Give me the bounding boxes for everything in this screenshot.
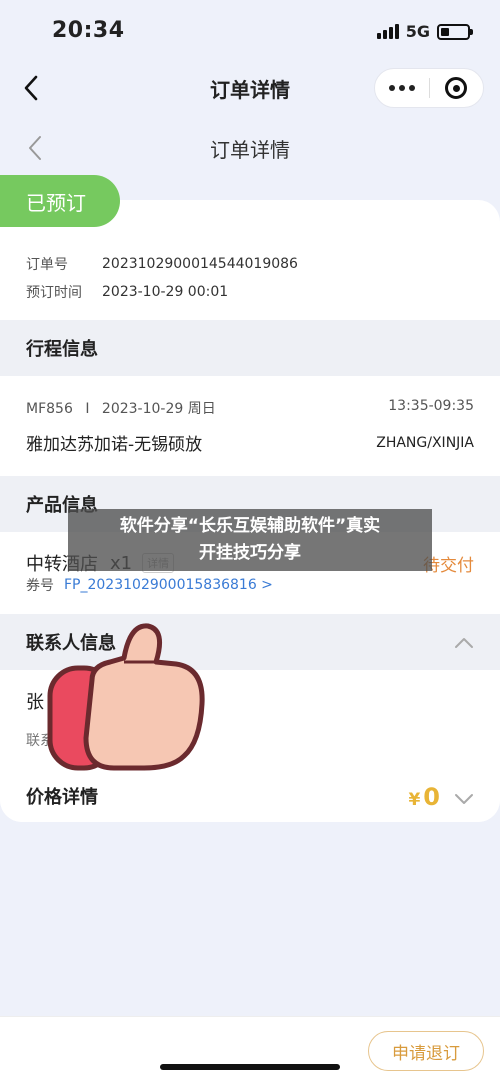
flight-route-row[interactable]: 雅加达苏加诺-无锡硕放 ZHANG/XINJIA <box>26 430 474 456</box>
flight-separator: I <box>85 401 90 417</box>
order-time-label: 预订时间 <box>26 285 82 301</box>
flight-number: MF856 <box>26 401 73 417</box>
page-header: 订单详情 <box>0 120 500 174</box>
battery-icon <box>437 23 473 40</box>
home-indicator <box>160 1064 340 1070</box>
flight-route: 雅加达苏加诺-无锡硕放 <box>26 435 203 455</box>
overlay-line-2: 开挂技巧分享 <box>199 543 301 563</box>
trip-section-header: 行程信息 <box>0 320 500 376</box>
status-time: 20:34 <box>52 18 125 43</box>
signal-icon <box>376 24 399 39</box>
voucher-link[interactable]: FP_20231029000158368​16 > <box>64 577 273 593</box>
network-label: 5G <box>405 22 430 41</box>
status-icons: 5G <box>376 22 473 41</box>
price-total: ¥0 <box>408 783 440 811</box>
flight-meta: MF856 I 2023-10-29 周日 13:35-09:35 <box>26 398 474 418</box>
more-icon[interactable] <box>375 69 429 107</box>
passenger-names: ZHANG/XINJIA <box>376 434 474 451</box>
flight-time-range: 13:35-09:35 <box>388 398 474 414</box>
thumbs-up-icon <box>44 622 210 776</box>
price-amount: 0 <box>423 783 440 811</box>
chevron-down-icon[interactable] <box>454 790 474 809</box>
page-title: 订单详情 <box>210 138 290 162</box>
miniprogram-capsule <box>374 68 484 108</box>
overlay-line-1: 软件分享“长乐互娱辅助软件”真实 <box>119 516 381 536</box>
order-status-badge: 已预订 <box>0 175 120 227</box>
voucher-row: 券号 FP_20231029000158368​16 > <box>26 575 273 595</box>
contact-name: 张 <box>26 692 44 713</box>
close-miniprogram-icon[interactable] <box>429 69 483 107</box>
order-number-label: 订单号 <box>26 257 68 273</box>
chevron-up-icon[interactable] <box>454 634 474 653</box>
overlay-banner: 软件分享“长乐互娱辅助软件”真实 开挂技巧分享 <box>68 509 432 571</box>
voucher-label: 券号 <box>26 578 54 594</box>
order-info: 订单号 20231029000145440190​86 预订时间 2023-10… <box>26 250 298 306</box>
bottom-bar: 申请退订 <box>0 1016 500 1082</box>
navbar: 订单详情 <box>0 62 500 114</box>
price-currency: ¥ <box>408 790 421 810</box>
apply-refund-button[interactable]: 申请退订 <box>368 1031 484 1071</box>
order-number-value: 20231029000145440190​86 <box>102 256 298 272</box>
order-time-value: 2023-10-29 00:01 <box>102 284 229 300</box>
flight-date: 2023-10-29 周日 <box>101 401 216 417</box>
status-bar: 20:34 5G <box>0 0 500 62</box>
